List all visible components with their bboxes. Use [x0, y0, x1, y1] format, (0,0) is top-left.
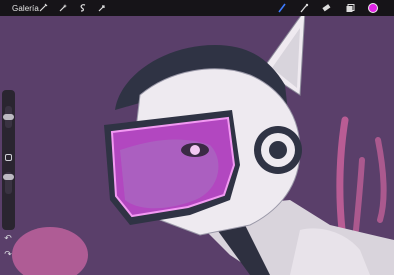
- undo-icon[interactable]: ↶: [2, 232, 14, 244]
- magic-wand-icon[interactable]: [57, 2, 69, 14]
- layers-icon[interactable]: [344, 2, 356, 14]
- eraser-icon[interactable]: [320, 2, 332, 14]
- brush-size-handle[interactable]: [3, 114, 14, 120]
- modify-button[interactable]: [5, 154, 12, 161]
- redo-icon[interactable]: ↷: [2, 248, 14, 260]
- gallery-button[interactable]: Galería: [12, 4, 39, 13]
- brush-icon[interactable]: [276, 2, 288, 14]
- left-sidebar: [2, 90, 15, 230]
- opacity-handle[interactable]: [3, 174, 14, 180]
- wrench-icon[interactable]: [37, 2, 49, 14]
- arrow-cursor-icon[interactable]: [96, 2, 108, 14]
- canvas-artwork[interactable]: [0, 0, 394, 275]
- color-picker-button[interactable]: [368, 3, 378, 13]
- selection-s-icon[interactable]: [77, 2, 89, 14]
- smudge-icon[interactable]: [298, 2, 310, 14]
